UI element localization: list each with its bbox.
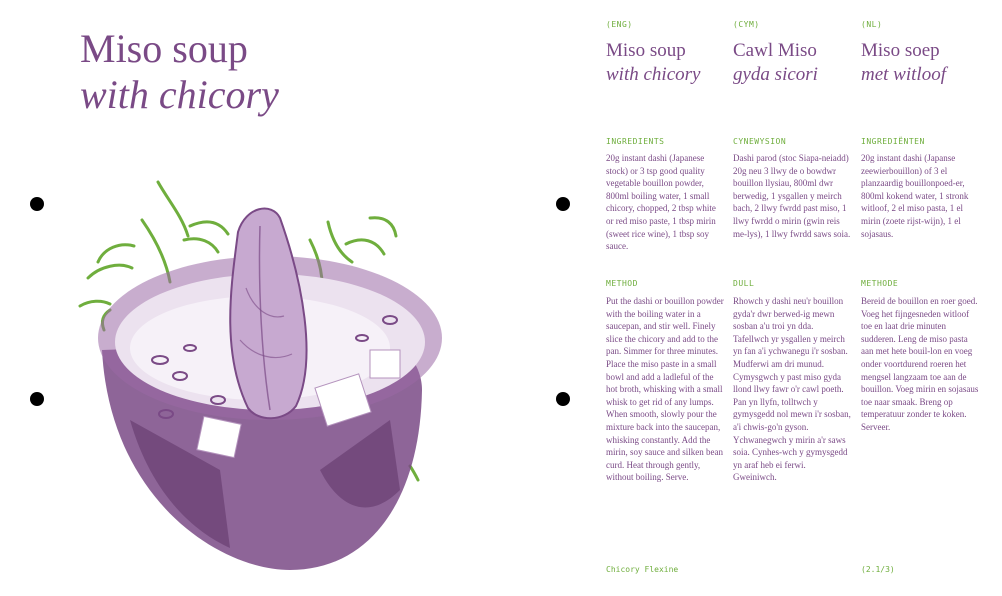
column-nl: (NL) Miso soep met witloof — [861, 20, 973, 87]
ingredients-label: INGREDIENTS — [606, 137, 665, 146]
column-cym: (CYM) Cawl Miso gyda sicori — [733, 20, 845, 87]
page-title-line2: with chicory — [80, 72, 279, 117]
column-title: Cawl Miso gyda sicori — [733, 39, 845, 87]
binder-hole-icon — [556, 392, 570, 406]
column-title-line1: Miso soup — [606, 40, 686, 61]
binder-hole-icon — [556, 197, 570, 211]
page-title-line1: Miso soup — [80, 26, 248, 71]
ingredients-text: Dashi parod (stoc Siapa-neiadd) 20g neu … — [733, 153, 851, 239]
lang-tag: (NL) — [861, 20, 883, 29]
column-eng: (ENG) Miso soup with chicory — [606, 20, 718, 87]
method-text: Put the dashi or bouillon powder with th… — [606, 296, 724, 483]
column-title-line2: met witloof — [861, 64, 946, 85]
ingredients-label: INGREDIËNTEN — [861, 137, 925, 146]
ingredients-text: 20g instant dashi (Japanese stock) or 3 … — [606, 153, 716, 252]
method-text: Rhowch y dashi neu'r bouillon gyda'r dwr… — [733, 296, 851, 483]
ingredients-label: CYNEWYSION — [733, 137, 787, 146]
column-title: Miso soep met witloof — [861, 39, 973, 87]
method-text: Bereid de bouillon en roer goed. Voeg he… — [861, 296, 979, 432]
lang-tag: (ENG) — [606, 20, 633, 29]
column-title: Miso soup with chicory — [606, 39, 718, 87]
page-title: Miso soup with chicory — [80, 26, 279, 118]
method-label: METHODE — [861, 279, 899, 288]
binder-hole-icon — [30, 197, 44, 211]
binder-hole-icon — [30, 392, 44, 406]
method-label: METHOD — [606, 279, 638, 288]
ingredients-text: 20g instant dashi (Japanse zeewierbouill… — [861, 153, 969, 239]
footer-book-title: Chicory Flexine — [606, 565, 679, 574]
chicory-leaf-icon — [229, 207, 308, 420]
miso-soup-bowl-illustration — [78, 180, 442, 570]
column-title-line1: Cawl Miso — [733, 40, 817, 61]
lang-tag: (CYM) — [733, 20, 760, 29]
column-title-line2: gyda sicori — [733, 64, 818, 85]
column-title-line2: with chicory — [606, 64, 701, 85]
recipe-spread: Miso soup with chicory (ENG) Miso soup w… — [0, 0, 1002, 596]
column-title-line1: Miso soep — [861, 40, 940, 61]
method-label: DULL — [733, 279, 755, 288]
page-number: (2.1/3) — [861, 565, 895, 574]
